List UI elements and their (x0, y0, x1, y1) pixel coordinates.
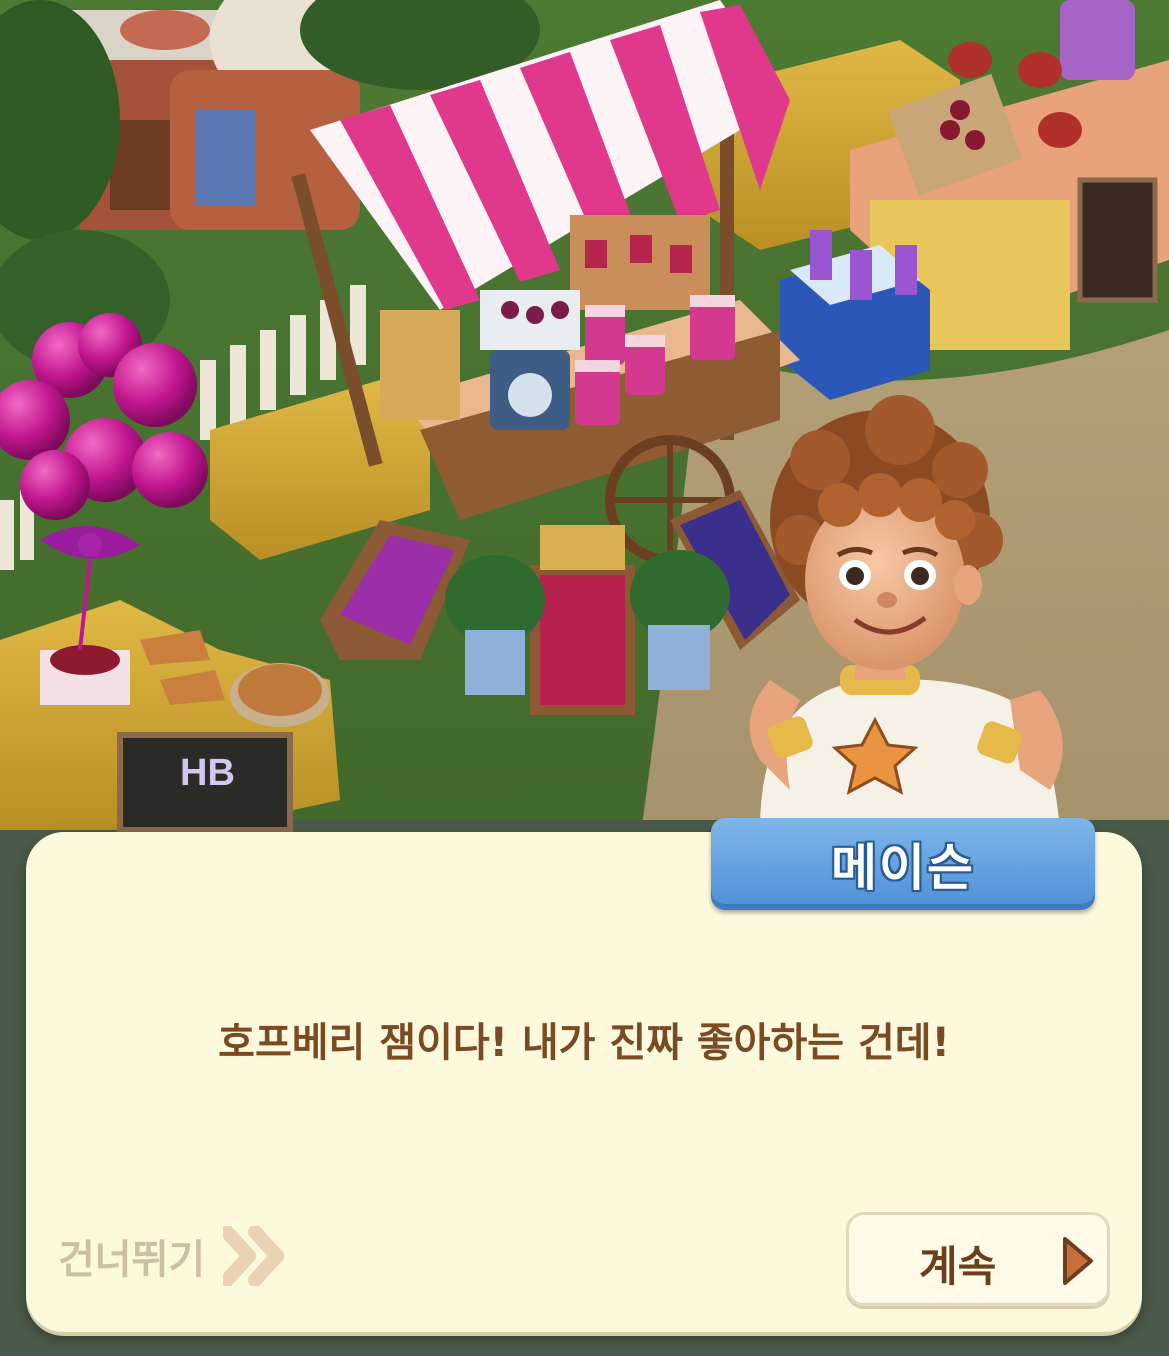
play-triangle-icon (1063, 1237, 1093, 1285)
dialog-message: 호프베리 잼이다! 내가 진짜 좋아하는 건데! (218, 1020, 950, 1066)
double-chevron-right-icon (223, 1226, 285, 1286)
skip-button[interactable]: 건너뛰기 (58, 1226, 285, 1286)
continue-button[interactable]: 계속 (846, 1212, 1110, 1306)
speaker-nameplate: 메이슨 (711, 818, 1095, 910)
sign-text: HB (180, 752, 235, 794)
speaker-name: 메이슨 (831, 839, 975, 897)
continue-label: 계속 (919, 1242, 997, 1291)
skip-label: 건너뛰기 (58, 1237, 206, 1283)
chalkboard-sign: HB (117, 732, 293, 833)
